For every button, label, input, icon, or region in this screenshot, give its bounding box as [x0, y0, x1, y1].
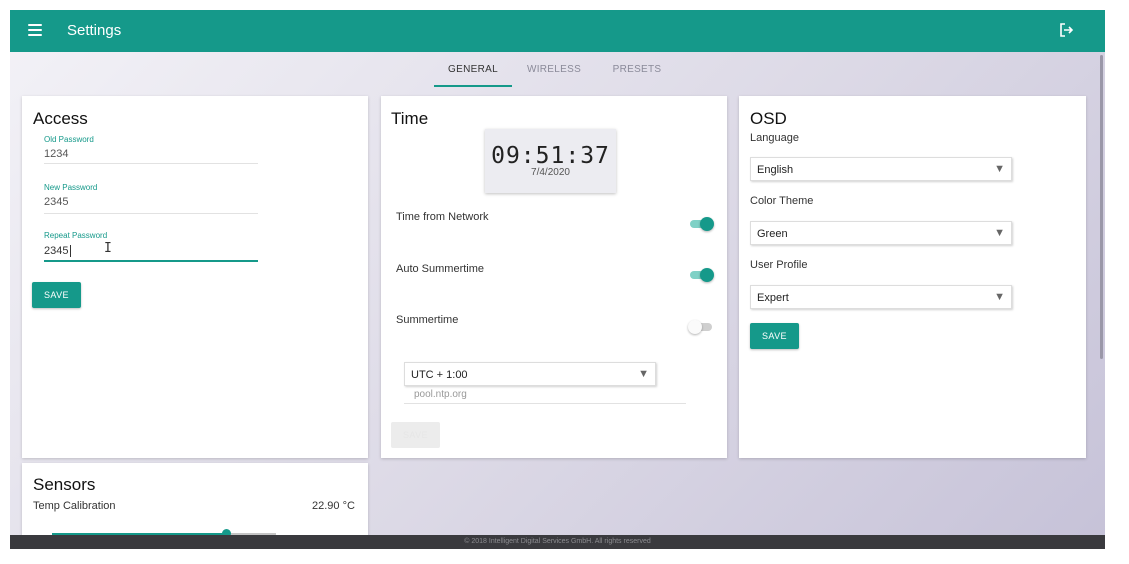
color-theme-select[interactable]: Green ▼	[750, 221, 1012, 245]
access-card: Access Old Password 1234 New Password 23…	[22, 96, 368, 458]
time-title: Time	[391, 109, 429, 128]
user-profile-label: User Profile	[750, 259, 808, 271]
new-password-input[interactable]: 2345	[44, 196, 68, 208]
osd-save-button[interactable]: SAVE	[750, 323, 799, 349]
text-cursor-icon: I	[104, 241, 112, 256]
timezone-select[interactable]: UTC + 1:00 ▼	[404, 362, 656, 386]
repeat-password-label: Repeat Password	[44, 231, 108, 240]
page-title: Settings	[67, 22, 122, 39]
osd-title: OSD	[750, 109, 787, 128]
summertime-toggle[interactable]	[688, 319, 714, 335]
color-theme-value: Green	[757, 228, 788, 240]
footer: © 2018 Intelligent Digital Services GmbH…	[10, 535, 1105, 549]
timezone-value: UTC + 1:00	[411, 369, 468, 381]
auto-summertime-toggle[interactable]	[688, 267, 714, 283]
old-password-label: Old Password	[44, 135, 94, 144]
access-save-button[interactable]: SAVE	[32, 282, 81, 308]
auto-summertime-label: Auto Summertime	[396, 263, 485, 275]
time-card: Time 09:51:37 7/4/2020 Time from Network…	[381, 96, 727, 458]
old-password-underline	[44, 163, 258, 164]
ntp-server-input[interactable]: pool.ntp.org	[414, 389, 467, 400]
access-title: Access	[33, 109, 88, 128]
time-save-button[interactable]: SAVE	[391, 422, 440, 448]
logout-icon[interactable]	[1057, 21, 1075, 39]
new-password-underline	[44, 213, 258, 214]
app-bar: Settings	[10, 10, 1105, 52]
old-password-input[interactable]: 1234	[44, 148, 68, 160]
settings-app: Settings GENERAL WIRELESS PRESETS Access…	[10, 10, 1105, 549]
active-tab-indicator	[434, 85, 512, 87]
hamburger-menu-icon[interactable]	[28, 24, 42, 36]
tab-general[interactable]: GENERAL	[447, 64, 499, 75]
chevron-down-icon: ▼	[994, 291, 1005, 303]
sensors-title: Sensors	[33, 475, 96, 494]
language-select[interactable]: English ▼	[750, 157, 1012, 181]
clock-display: 09:51:37 7/4/2020	[485, 129, 616, 193]
language-label: Language	[750, 132, 799, 144]
summertime-label: Summertime	[396, 314, 459, 326]
user-profile-select[interactable]: Expert ▼	[750, 285, 1012, 309]
chevron-down-icon: ▼	[994, 227, 1005, 239]
language-value: English	[757, 164, 794, 176]
tab-presets[interactable]: PRESETS	[608, 64, 666, 75]
clock-time: 09:51:37	[491, 143, 610, 169]
osd-card: OSD Language English ▼ Color Theme Green…	[739, 96, 1086, 458]
clock-date: 7/4/2020	[531, 167, 570, 178]
repeat-password-underline	[44, 260, 258, 262]
tab-wireless[interactable]: WIRELESS	[524, 64, 584, 75]
color-theme-label: Color Theme	[750, 195, 814, 207]
new-password-label: New Password	[44, 183, 98, 192]
repeat-password-input[interactable]: 2345	[44, 245, 68, 257]
temp-calibration-value: 22.90 °C	[312, 500, 355, 512]
user-profile-value: Expert	[757, 292, 789, 304]
text-caret	[70, 245, 71, 257]
page-scrollbar[interactable]	[1100, 55, 1103, 359]
ntp-server-underline	[404, 403, 686, 404]
chevron-down-icon: ▼	[994, 163, 1005, 175]
time-from-network-label: Time from Network	[396, 211, 489, 223]
chevron-down-icon: ▼	[638, 368, 649, 380]
temp-calibration-label: Temp Calibration	[33, 500, 116, 512]
time-from-network-toggle[interactable]	[688, 216, 714, 232]
